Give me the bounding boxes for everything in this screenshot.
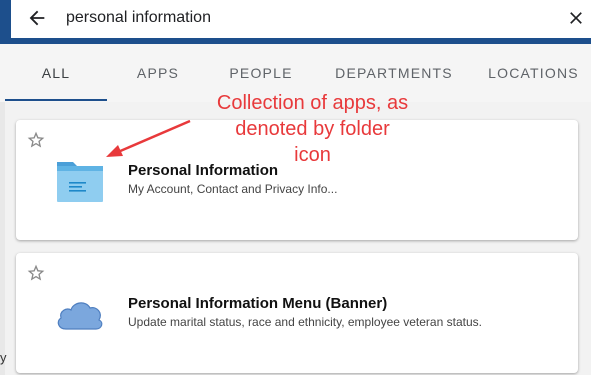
folder-icon: [57, 162, 103, 202]
search-header: [0, 0, 591, 44]
active-tab-indicator: [5, 99, 107, 101]
annotation-callout: Collection of apps, as denoted by folder…: [185, 90, 440, 168]
result-description: Update marital status, race and ethnicit…: [128, 315, 482, 329]
result-card-personal-information-menu[interactable]: Personal Information Menu (Banner) Updat…: [16, 253, 578, 373]
search-bar: [11, 0, 591, 38]
result-title[interactable]: Personal Information Menu (Banner): [128, 295, 387, 312]
star-outline-icon[interactable]: [26, 130, 46, 150]
star-outline-icon[interactable]: [26, 263, 46, 283]
annotation-line: denoted by folder: [235, 118, 390, 140]
annotation-line: Collection of apps, as: [216, 92, 409, 114]
tab-locations[interactable]: LOCATIONS: [476, 44, 591, 102]
close-icon: [570, 12, 582, 24]
annotation-line: icon: [294, 144, 331, 166]
search-input[interactable]: [66, 6, 546, 30]
cloud-icon: [57, 302, 103, 330]
edge-glyph: y: [0, 350, 7, 365]
tab-all[interactable]: ALL: [5, 44, 107, 102]
arrow-left-icon: [29, 10, 45, 26]
back-button[interactable]: [25, 6, 49, 30]
result-description: My Account, Contact and Privacy Info...: [128, 182, 338, 196]
clear-search-button[interactable]: [564, 6, 588, 30]
